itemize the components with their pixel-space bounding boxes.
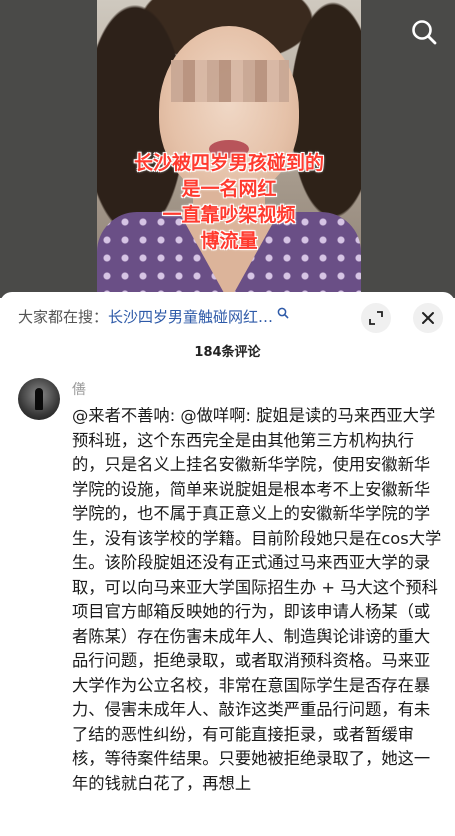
caption-line: 是一名网红: [181, 178, 277, 200]
expand-button[interactable]: [361, 303, 391, 333]
censor-blur: [171, 60, 289, 102]
caption-line: 一直靠吵架视频: [162, 204, 296, 226]
video-caption: 长沙被四岁男孩碰到的 是一名网红 一直靠吵架视频 博流量: [97, 150, 361, 254]
expand-icon: [369, 311, 383, 325]
caption-line: 博流量: [200, 230, 258, 252]
caption-line: 长沙被四岁男孩碰到的: [133, 152, 324, 174]
search-icon: [412, 20, 437, 45]
video-player[interactable]: 长沙被四岁男孩碰到的 是一名网红 一直靠吵架视频 博流量: [0, 0, 455, 298]
close-icon: [422, 312, 434, 324]
close-button[interactable]: [413, 303, 443, 333]
comments-panel: 大家都在搜：长沙四岁男童触碰网红… 184条评论 僐 @来者不善呐: @做咩啊:…: [0, 292, 455, 836]
comment-username[interactable]: 僐: [72, 380, 86, 400]
suggestion-term[interactable]: 长沙四岁男童触碰网红…: [108, 308, 273, 326]
search-suggestion[interactable]: 大家都在搜：长沙四岁男童触碰网红…: [18, 306, 289, 328]
suggestion-prefix: 大家都在搜：: [18, 308, 109, 326]
search-button[interactable]: [408, 16, 440, 48]
comment-count: 184条评论: [194, 345, 261, 360]
avatar[interactable]: [18, 378, 60, 420]
comment-text[interactable]: @来者不善呐: @做咩啊: 腚姐是读的马来西亚大学预科班，这个东西完全是由其他第…: [72, 404, 446, 796]
suggestion-search-icon: [277, 307, 289, 319]
